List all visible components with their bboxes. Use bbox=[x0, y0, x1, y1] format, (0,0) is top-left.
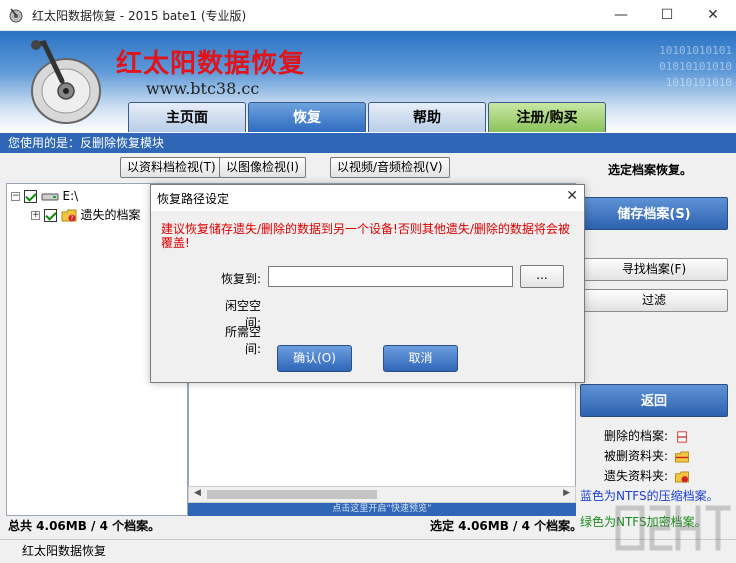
horizontal-scrollbar[interactable]: ◀ ▶ bbox=[188, 486, 576, 503]
browse-button[interactable]: ... bbox=[520, 265, 564, 288]
view-images-button[interactable]: 以图像检视(I) bbox=[219, 157, 306, 178]
restore-path-dialog: 恢复路径设定 ✕ 建议恢复储存遗失/删除的数据到另一个设备!否则其他遗失/删除的… bbox=[150, 184, 585, 383]
app-icon bbox=[9, 8, 23, 23]
expand-icon[interactable]: + bbox=[31, 211, 40, 220]
hard-disk-logo-icon bbox=[31, 40, 101, 124]
total-summary: 总共 4.06MB / 4 个档案。 bbox=[8, 519, 161, 533]
confirm-button[interactable]: 确认(O) bbox=[277, 345, 352, 372]
drive-icon bbox=[41, 193, 59, 200]
dialog-titlebar: 恢复路径设定 ✕ bbox=[151, 185, 584, 211]
filter-button[interactable]: 过滤 bbox=[580, 289, 728, 312]
collapse-icon[interactable]: − bbox=[11, 192, 20, 201]
tree-node-drive[interactable]: − E:\ bbox=[11, 187, 78, 205]
lost-files-label: 遗失的档案 bbox=[80, 208, 141, 222]
module-info-bar: 您使用的是：反删除恢复模块 bbox=[0, 133, 736, 153]
required-space-label: 所需空间: bbox=[224, 325, 261, 356]
overwrite-warning: 建议恢复储存遗失/删除的数据到另一个设备!否则其他遗失/删除的数据将会被覆盖! bbox=[161, 222, 570, 250]
restore-to-label: 恢复到: bbox=[220, 272, 261, 286]
legend-deleted-file: 删除的档案: bbox=[604, 428, 690, 444]
drive-label: E:\ bbox=[62, 189, 79, 203]
quick-preview-bar[interactable]: 点击这里开启“快速预览” bbox=[188, 503, 576, 516]
right-panel-title: 选定档案恢复。 bbox=[608, 163, 693, 177]
restore-path-input[interactable] bbox=[268, 266, 513, 287]
save-files-button[interactable]: 储存档案(S) bbox=[580, 197, 728, 230]
find-files-button[interactable]: 寻找档案(F) bbox=[580, 258, 728, 281]
close-button[interactable]: ✕ bbox=[690, 0, 736, 31]
lost-folder-icon: ? bbox=[61, 209, 77, 222]
selected-summary: 选定 4.06MB / 4 个档案。 bbox=[430, 519, 583, 533]
lost-folder-legend-icon bbox=[674, 470, 689, 483]
scroll-right-icon[interactable]: ▶ bbox=[563, 488, 570, 498]
dialog-title: 恢复路径设定 bbox=[157, 192, 230, 206]
brand-url: www.btc38.cc bbox=[146, 79, 260, 98]
binary-decoration: 10101010101 01010101010 1010101010 bbox=[659, 44, 732, 89]
lost-files-checkbox[interactable] bbox=[43, 209, 57, 222]
drive-checkbox[interactable] bbox=[23, 190, 37, 203]
legend-deleted-folder: 被删资料夹: bbox=[604, 448, 690, 464]
tree-node-lost-files[interactable]: + ? 遗失的档案 bbox=[31, 206, 141, 224]
deleted-folder-icon bbox=[674, 450, 689, 463]
window-titlebar: 红太阳数据恢复 - 2015 bate1 (专业版) — ☐ ✕ bbox=[0, 0, 736, 31]
scroll-left-icon[interactable]: ◀ bbox=[194, 488, 201, 498]
tab-help[interactable]: 帮助 bbox=[368, 102, 486, 132]
view-video-audio-button[interactable]: 以视频/音频检视(V) bbox=[330, 157, 450, 178]
scrollbar-thumb[interactable] bbox=[207, 490, 377, 499]
brand-name: 红太阳数据恢复 bbox=[116, 49, 306, 79]
tab-recover[interactable]: 恢复 bbox=[248, 102, 366, 132]
tab-home[interactable]: 主页面 bbox=[128, 102, 246, 132]
minimize-button[interactable]: — bbox=[598, 0, 644, 31]
view-documents-button[interactable]: 以资料档检视(T) bbox=[120, 157, 223, 178]
back-button[interactable]: 返回 bbox=[580, 384, 728, 417]
dialog-close-icon[interactable]: ✕ bbox=[566, 188, 578, 204]
deleted-file-icon bbox=[677, 430, 687, 443]
window-title: 红太阳数据恢复 - 2015 bate1 (专业版) bbox=[32, 9, 247, 23]
legend-lost-folder: 遗失资料夹: bbox=[604, 468, 690, 484]
watermark-logo-icon bbox=[615, 505, 731, 551]
svg-text:?: ? bbox=[70, 215, 73, 222]
tab-register-buy[interactable]: 注册/购买 bbox=[488, 102, 606, 132]
maximize-button[interactable]: ☐ bbox=[644, 0, 690, 31]
cancel-button[interactable]: 取消 bbox=[383, 345, 458, 372]
